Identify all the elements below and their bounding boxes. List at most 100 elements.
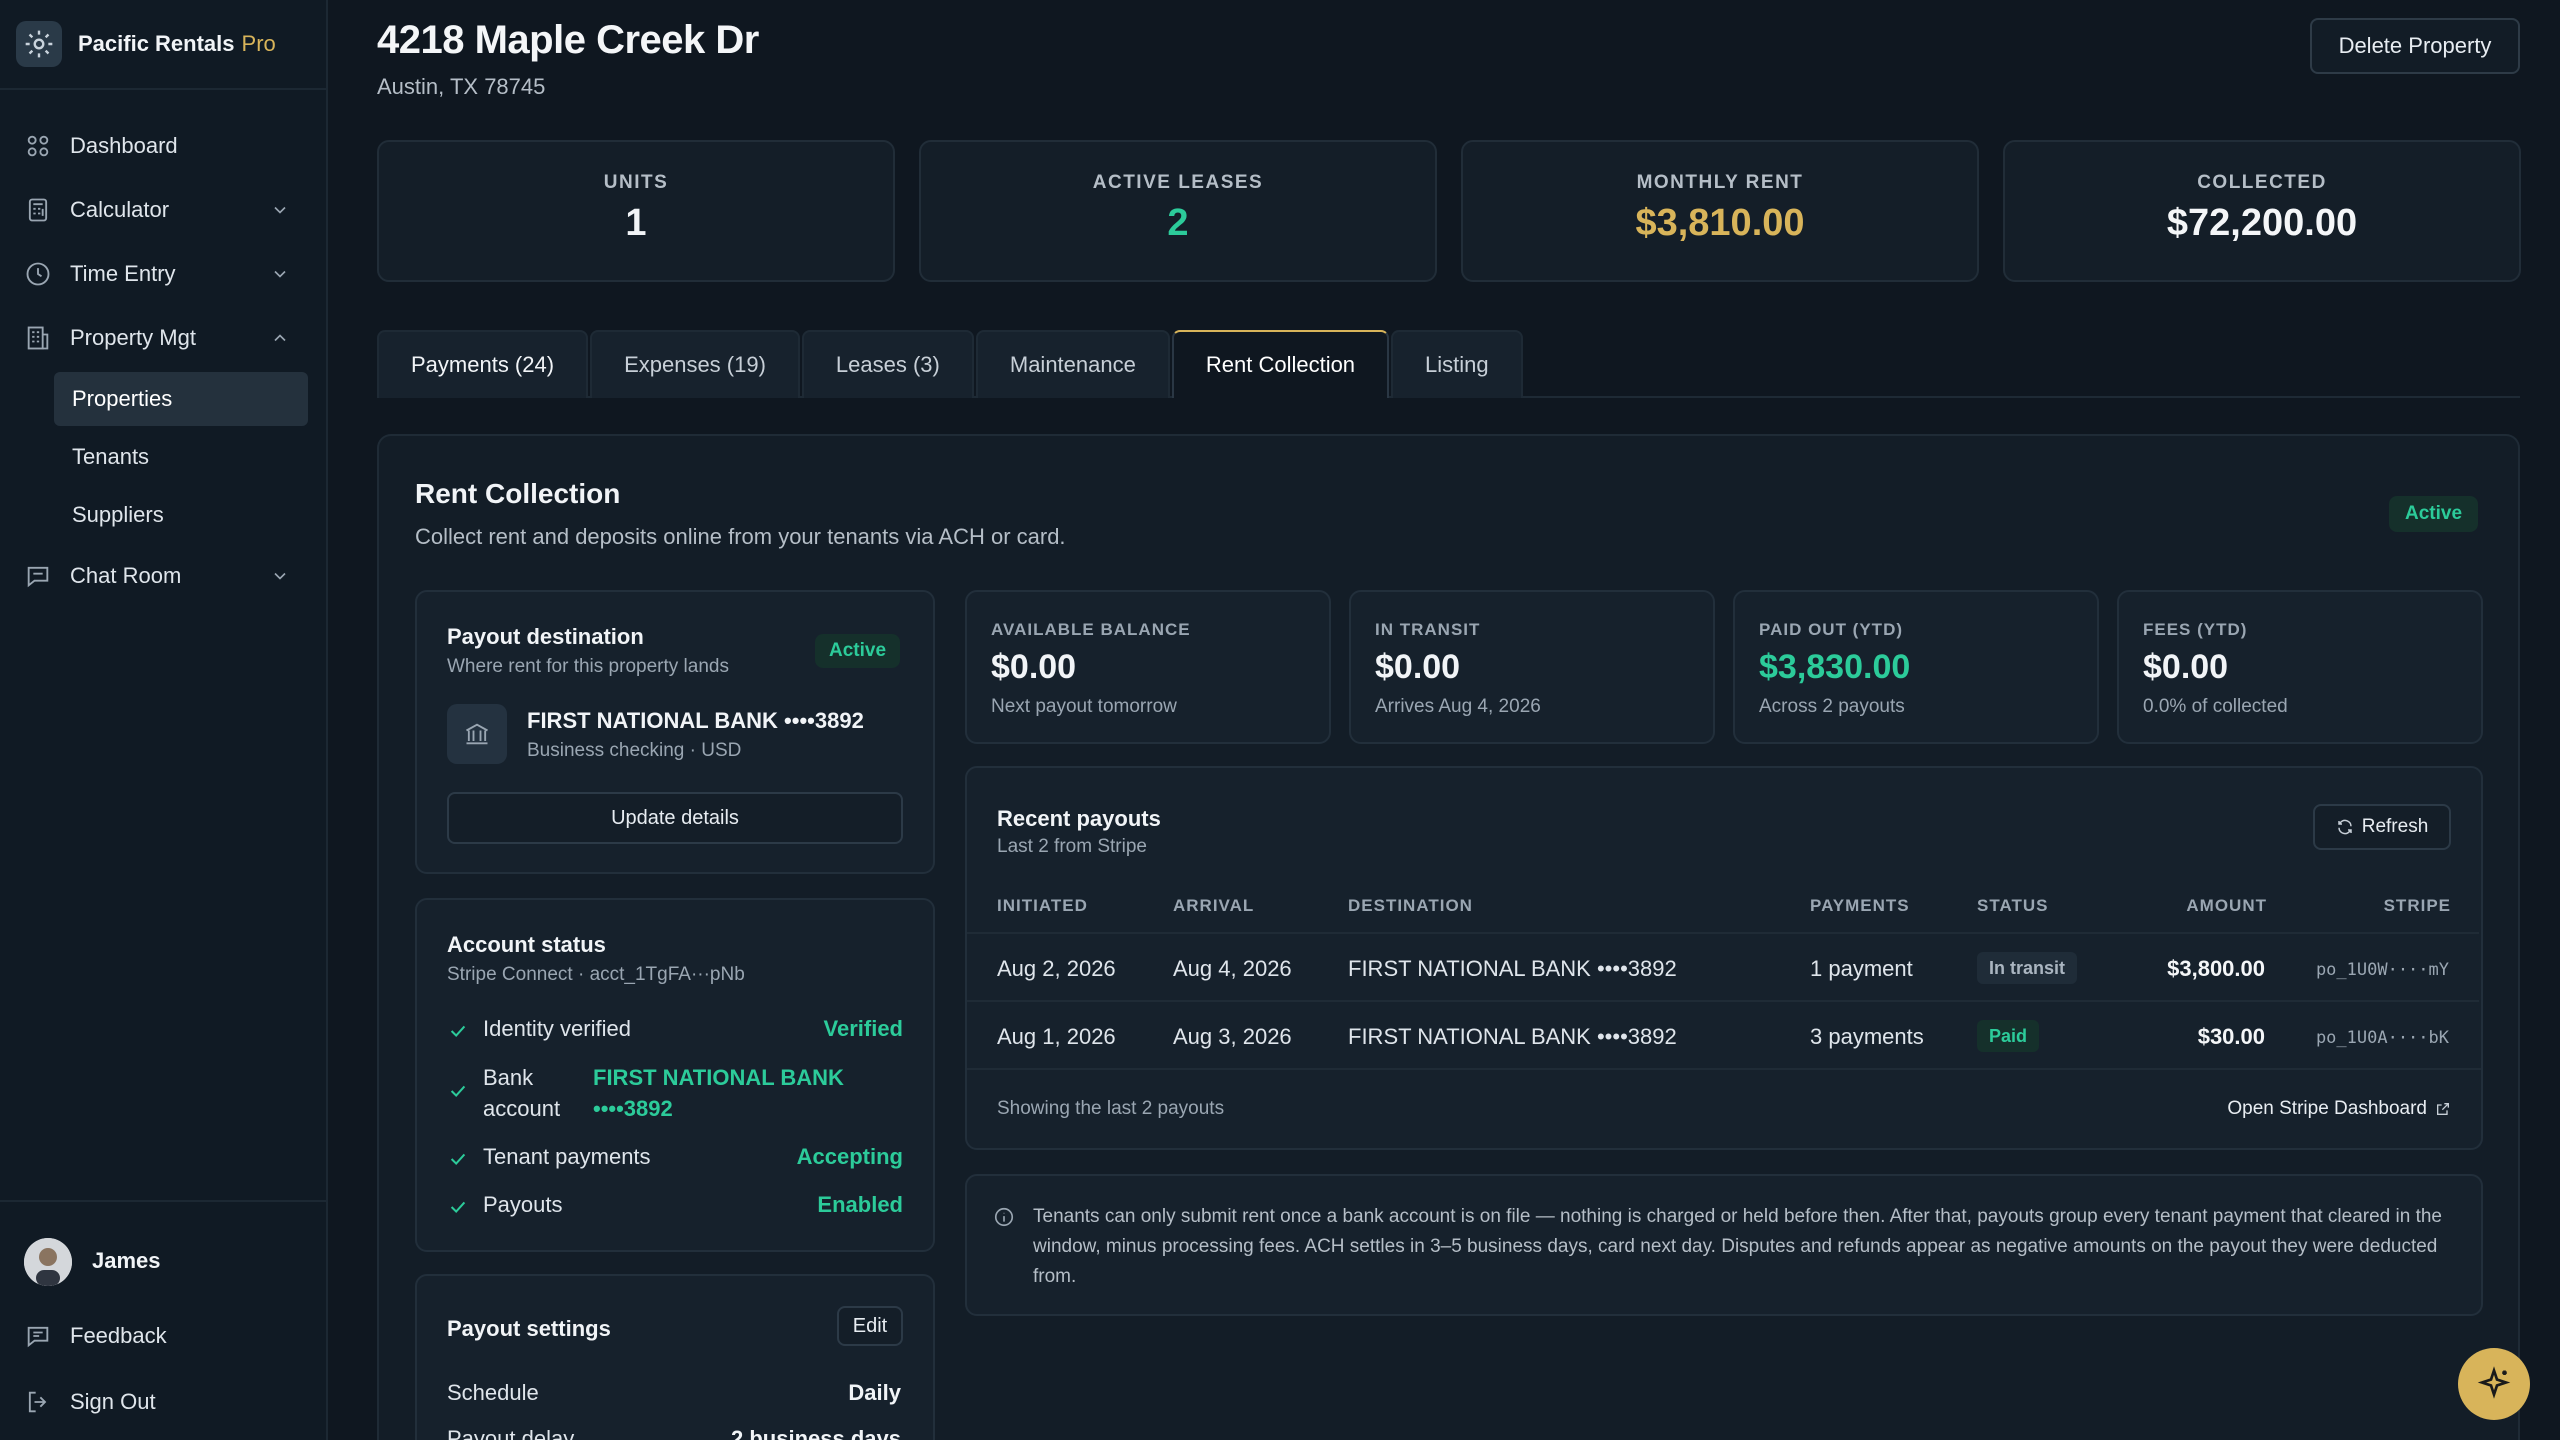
payout-destination-card: Payout destination Where rent for this p… [415, 590, 935, 874]
cell-destination: FIRST NATIONAL BANK ••••3892 [1348, 1024, 1677, 1049]
cell-arrival: Aug 3, 2026 [1173, 1024, 1292, 1049]
chevron-down-icon[interactable] [270, 200, 290, 220]
delete-property-button[interactable]: Delete Property [2310, 18, 2520, 74]
payout-settings-card: Payout settings Edit Schedule Daily Payo… [415, 1274, 935, 1440]
sidebar-item-label: Time Entry [70, 261, 176, 286]
stat-label: UNITS [603, 172, 669, 193]
cell-payments: 3 payments [1810, 1024, 1924, 1049]
link-label: Open Stripe Dashboard [2227, 1098, 2427, 1119]
sidebar-item-calculator[interactable]: Calculator [24, 188, 296, 232]
stat-value: $3,810.00 [1635, 202, 1805, 244]
account-status-card: Account status Stripe Connect · acct_1Tg… [415, 898, 935, 1252]
tab-listing[interactable]: Listing [1391, 330, 1523, 398]
tab-rent-collection[interactable]: Rent Collection [1171, 330, 1390, 398]
table-row[interactable]: Aug 1, 2026 Aug 3, 2026 FIRST NATIONAL B… [967, 1000, 2479, 1068]
mini-stat-in-transit: IN TRANSIT $0.00 Arrives Aug 4, 2026 [1349, 590, 1715, 744]
ai-assistant-button[interactable] [2458, 1348, 2530, 1420]
table-divider [967, 1068, 2481, 1070]
stat-card-units: UNITS 1 [377, 140, 895, 282]
stat-value: 2 [1167, 202, 1189, 244]
status-row-identity: Identity verified Verified [447, 1016, 903, 1046]
table-row[interactable]: Aug 2, 2026 Aug 4, 2026 FIRST NATIONAL B… [967, 932, 2479, 1000]
mini-stat-available-balance: AVAILABLE BALANCE $0.00 Next payout tomo… [965, 590, 1331, 744]
chevron-down-icon[interactable] [270, 566, 290, 586]
bank-detail: Business checking · USD [527, 740, 742, 761]
mini-stat-label: PAID OUT (YTD) [1759, 620, 1904, 639]
column-header: ARRIVAL [1173, 896, 1255, 915]
mini-stat-value: $3,830.00 [1759, 648, 1911, 686]
sidebar-item-time-entry[interactable]: Time Entry [24, 252, 296, 296]
user-name[interactable]: James [92, 1248, 161, 1274]
column-header: DESTINATION [1348, 896, 1473, 915]
column-header: AMOUNT [2186, 896, 2267, 915]
card-title: Account status [447, 932, 606, 957]
recent-payouts-card: Recent payouts Last 2 from Stripe Refres… [965, 766, 2483, 1150]
status-label: Identity verified [483, 1016, 631, 1041]
column-header: STATUS [1977, 896, 2049, 915]
tab-maintenance[interactable]: Maintenance [975, 330, 1170, 398]
check-icon [447, 1196, 469, 1218]
sidebar-item-properties[interactable]: Properties [54, 372, 308, 426]
edit-button[interactable]: Edit [837, 1306, 903, 1346]
brand[interactable]: Pacific Rentals Pro [0, 0, 326, 90]
tab-leases[interactable]: Leases (3) [801, 330, 974, 398]
check-icon [447, 1080, 469, 1102]
sidebar-item-chat-room[interactable]: Chat Room [24, 554, 296, 598]
status-badge: Paid [1977, 1020, 2040, 1052]
status-value: Enabled [817, 1192, 903, 1217]
status-label: Tenant payments [483, 1144, 651, 1169]
status-badge: Active [2389, 496, 2479, 532]
bank-icon [447, 704, 507, 764]
stat-label: MONTHLY RENT [1636, 172, 1804, 193]
cell-stripe-id[interactable]: po_1U0A····bK [2316, 1028, 2449, 1048]
grid-icon [24, 132, 52, 160]
mini-stat-value: $0.00 [2143, 648, 2229, 686]
mini-stat-label: AVAILABLE BALANCE [991, 620, 1191, 639]
page-subtitle: Austin, TX 78745 [377, 74, 546, 99]
status-value: Verified [823, 1016, 903, 1041]
avatar[interactable] [24, 1238, 72, 1286]
refresh-label: Refresh [2361, 816, 2429, 837]
sidebar-item-feedback[interactable]: Feedback [24, 1314, 296, 1358]
refresh-button[interactable]: Refresh [2313, 804, 2451, 850]
section-title: Rent Collection [415, 478, 621, 509]
chevron-down-icon[interactable] [270, 264, 290, 284]
sidebar-item-label: Sign Out [70, 1389, 156, 1414]
tab-payments[interactable]: Payments (24) [377, 330, 589, 398]
cell-initiated: Aug 1, 2026 [997, 1024, 1116, 1049]
card-title: Payout destination [447, 624, 644, 649]
sidebar-item-label: Dashboard [70, 133, 178, 158]
tab-bar: Payments (24) Expenses (19) Leases (3) M… [377, 330, 1525, 398]
brand-name: Pacific Rentals [78, 31, 235, 56]
status-label: Bank account [483, 1062, 560, 1124]
table-footer: Showing the last 2 payouts [997, 1098, 1225, 1119]
gear-logo-icon [16, 21, 62, 67]
mini-stat-value: $0.00 [991, 648, 1077, 686]
mini-stat-sub: Next payout tomorrow [991, 696, 1177, 717]
cell-destination: FIRST NATIONAL BANK ••••3892 [1348, 956, 1677, 981]
sidebar-item-label: Feedback [70, 1323, 167, 1348]
update-details-button[interactable]: Update details [447, 792, 903, 844]
setting-label: Schedule [447, 1380, 539, 1405]
cell-initiated: Aug 2, 2026 [997, 956, 1116, 981]
status-badge: In transit [1977, 952, 2078, 984]
cell-stripe-id[interactable]: po_1U0W····mY [2316, 960, 2449, 980]
sidebar-item-property-mgt[interactable]: Property Mgt [24, 316, 296, 360]
page-title: 4218 Maple Creek Dr [377, 18, 759, 62]
sign-out-icon [24, 1388, 52, 1416]
setting-value: 2 business days [731, 1426, 901, 1440]
sidebar: Pacific Rentals Pro Dashboard Calculator… [0, 0, 328, 1440]
card-subtitle: Stripe Connect · acct_1TgFA···pNb [447, 964, 745, 985]
sidebar-item-sign-out[interactable]: Sign Out [24, 1380, 296, 1424]
open-stripe-dashboard-link[interactable]: Open Stripe Dashboard [2227, 1098, 2451, 1120]
sidebar-item-tenants[interactable]: Tenants [54, 430, 308, 484]
mini-stat-label: IN TRANSIT [1375, 620, 1481, 639]
status-row-bank-account: Bank account FIRST NATIONAL BANK ••••3892 [447, 1062, 903, 1126]
chevron-up-icon[interactable] [270, 328, 290, 348]
sidebar-item-suppliers[interactable]: Suppliers [54, 488, 308, 542]
status-row-tenant-payments: Tenant payments Accepting [447, 1144, 903, 1174]
card-subtitle: Where rent for this property lands [447, 656, 729, 677]
sidebar-item-dashboard[interactable]: Dashboard [24, 124, 296, 168]
tab-expenses[interactable]: Expenses (19) [590, 330, 800, 398]
setting-label: Payout delay [447, 1426, 575, 1440]
